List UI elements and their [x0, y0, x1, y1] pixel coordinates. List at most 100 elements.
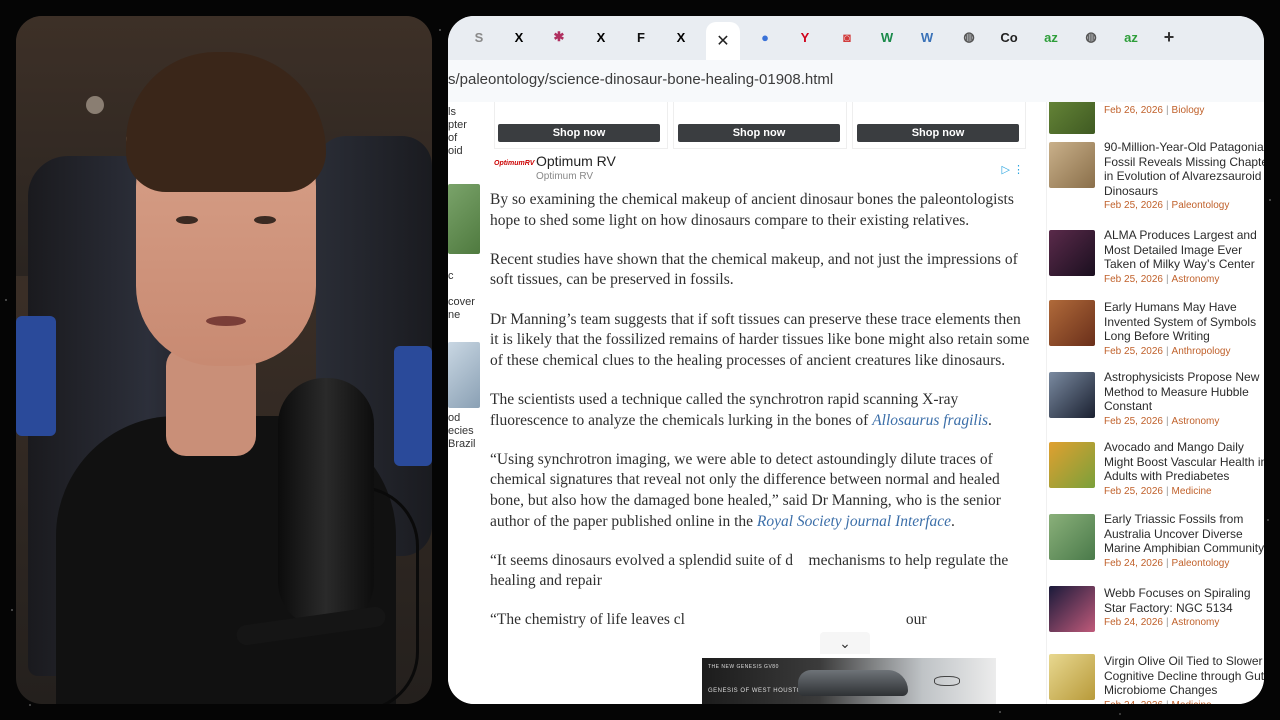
news-title[interactable]: Astrophysicists Propose New Method to Me…: [1104, 370, 1264, 414]
news-thumbnail[interactable]: [1049, 586, 1095, 632]
tab[interactable]: Co: [998, 26, 1020, 48]
left-text: pter: [448, 119, 467, 131]
left-text: ne: [448, 309, 461, 321]
left-text: od: [448, 412, 461, 424]
news-title[interactable]: ALMA Produces Largest and Most Detailed …: [1104, 228, 1264, 272]
new-tab-icon: +: [1163, 26, 1175, 47]
news-date: Feb 24, 2026: [1104, 557, 1163, 569]
news-category[interactable]: Medicine: [1172, 486, 1212, 497]
news-category[interactable]: Medicine: [1172, 700, 1212, 705]
microphone: [278, 378, 374, 628]
tab[interactable]: X: [670, 26, 692, 48]
allosaurus-link[interactable]: Allosaurus fragilis: [872, 412, 988, 429]
news-title[interactable]: Thunderstorms: [1104, 102, 1264, 103]
shop-now-button[interactable]: Shop now: [857, 124, 1019, 142]
news-category[interactable]: Paleontology: [1172, 558, 1230, 569]
news-date: Feb 26, 2026: [1104, 104, 1163, 116]
car-image: [798, 670, 908, 696]
article-paragraph: The scientists used a technique called t…: [490, 390, 1030, 431]
globe-blue-icon: ●: [761, 29, 769, 45]
tab[interactable]: ◙: [836, 26, 858, 48]
tab[interactable]: W: [916, 26, 938, 48]
tab[interactable]: F: [630, 26, 652, 48]
news-title[interactable]: Early Humans May Have Invented System of…: [1104, 300, 1264, 344]
news-thumbnail[interactable]: [1049, 142, 1095, 188]
news-category[interactable]: Astronomy: [1172, 617, 1220, 628]
news-category[interactable]: Astronomy: [1172, 274, 1220, 285]
tab[interactable]: W: [876, 26, 898, 48]
news-meta: Feb 25, 2026 | Astronomy: [1104, 274, 1219, 285]
tab[interactable]: ✱: [548, 26, 570, 48]
news-category[interactable]: Paleontology: [1172, 200, 1230, 211]
tab[interactable]: ●: [754, 26, 776, 48]
tab[interactable]: az: [1040, 26, 1062, 48]
article-body: By so examining the chemical makeup of a…: [490, 190, 1030, 650]
news-meta: Feb 25, 2026 | Anthropology: [1104, 346, 1230, 357]
tab[interactable]: X: [508, 26, 530, 48]
close-icon[interactable]: ✕: [716, 31, 729, 51]
paragraph-text: .: [988, 411, 992, 429]
left-related-snippet[interactable]: od ecies Brazil: [448, 412, 476, 451]
news-thumbnail[interactable]: [1049, 300, 1095, 346]
news-thumbnail[interactable]: [1049, 102, 1095, 134]
news-meta: Feb 25, 2026 | Medicine: [1104, 486, 1212, 497]
advertiser-name: Optimum RV: [536, 153, 616, 169]
chair-accent: [16, 316, 56, 436]
news-category[interactable]: Astronomy: [1172, 416, 1220, 427]
ad-advertiser[interactable]: OptimumRV Optimum RV Optimum RV ▷ ⋮: [490, 152, 1030, 186]
tab-strip: S X ✱ X F X ✕ ● Y ◙ W W ◍ Co az ◍ az +: [448, 16, 1264, 60]
news-thumbnail[interactable]: [1049, 372, 1095, 418]
news-thumbnail[interactable]: [1049, 514, 1095, 560]
left-thumbnail[interactable]: [448, 184, 480, 254]
separator: |: [1165, 485, 1169, 497]
news-title[interactable]: Early Triassic Fossils from Australia Un…: [1104, 512, 1264, 556]
az-icon: az: [1044, 29, 1058, 45]
shop-now-button[interactable]: Shop now: [678, 124, 840, 142]
asterisk-icon: ✱: [553, 29, 565, 44]
news-meta: Feb 25, 2026 | Astronomy: [1104, 416, 1219, 427]
news-date: Feb 25, 2026: [1104, 273, 1163, 285]
news-thumbnail[interactable]: [1049, 654, 1095, 700]
tab[interactable]: ◍: [958, 26, 980, 48]
left-text: [448, 283, 475, 296]
news-title[interactable]: Avocado and Mango Daily Might Boost Vasc…: [1104, 440, 1264, 484]
url-text[interactable]: s/paleontology/science-dinosaur-bone-hea…: [448, 71, 833, 88]
news-date: Feb 24, 2026: [1104, 617, 1163, 628]
tab[interactable]: Y: [794, 26, 816, 48]
address-bar[interactable]: s/paleontology/science-dinosaur-bone-hea…: [448, 60, 1264, 103]
left-text: cover: [448, 296, 475, 308]
chevron-down-icon: ⌄: [839, 634, 851, 651]
separator: |: [1166, 700, 1169, 705]
page-content: ls pter of oid c cover ne od ecies Brazi…: [448, 102, 1264, 704]
separator: |: [1165, 345, 1169, 357]
news-title[interactable]: Webb Focuses on Spiraling Star Factory: …: [1104, 586, 1264, 615]
new-tab-button[interactable]: +: [1158, 26, 1180, 48]
sticky-banner-ad[interactable]: THE NEW GENESIS GV80 GENESIS OF WEST HOU…: [702, 658, 996, 704]
article-paragraph: Dr Manning’s team suggests that if soft …: [490, 310, 1030, 369]
journal-link[interactable]: Royal Society journal Interface: [757, 513, 951, 530]
tab[interactable]: ◍: [1080, 26, 1102, 48]
shop-now-button[interactable]: Shop now: [498, 124, 660, 142]
news-title[interactable]: Virgin Olive Oil Tied to Slower Cognitiv…: [1104, 654, 1264, 698]
sci-news-icon: S: [474, 29, 484, 45]
ad-headline: THE NEW GENESIS GV80: [708, 664, 779, 670]
tab[interactable]: X: [590, 26, 612, 48]
tab[interactable]: az: [1120, 26, 1142, 48]
person-eye: [254, 216, 276, 224]
adchoices-icon[interactable]: ▷ ⋮: [1001, 163, 1024, 176]
az-icon: az: [1124, 29, 1138, 45]
separator: |: [1165, 273, 1169, 285]
news-thumbnail[interactable]: [1049, 442, 1095, 488]
news-category[interactable]: Biology: [1172, 105, 1205, 116]
news-title[interactable]: 90-Million-Year-Old Patagonian Fossil Re…: [1104, 140, 1264, 198]
tab[interactable]: S: [468, 26, 490, 48]
left-thumbnail[interactable]: [448, 342, 480, 408]
news-category[interactable]: Anthropology: [1172, 346, 1231, 357]
wordpress-icon: W: [920, 29, 934, 45]
active-tab[interactable]: ✕: [706, 22, 740, 60]
article-paragraph: “It seems dinosaurs evolved a splendid s…: [490, 551, 1013, 590]
news-thumbnail[interactable]: [1049, 230, 1095, 276]
collapse-ad-button[interactable]: ⌄: [820, 632, 870, 654]
left-related-snippet[interactable]: c cover ne: [448, 270, 475, 322]
left-related-snippet[interactable]: ls pter of oid: [448, 106, 467, 158]
